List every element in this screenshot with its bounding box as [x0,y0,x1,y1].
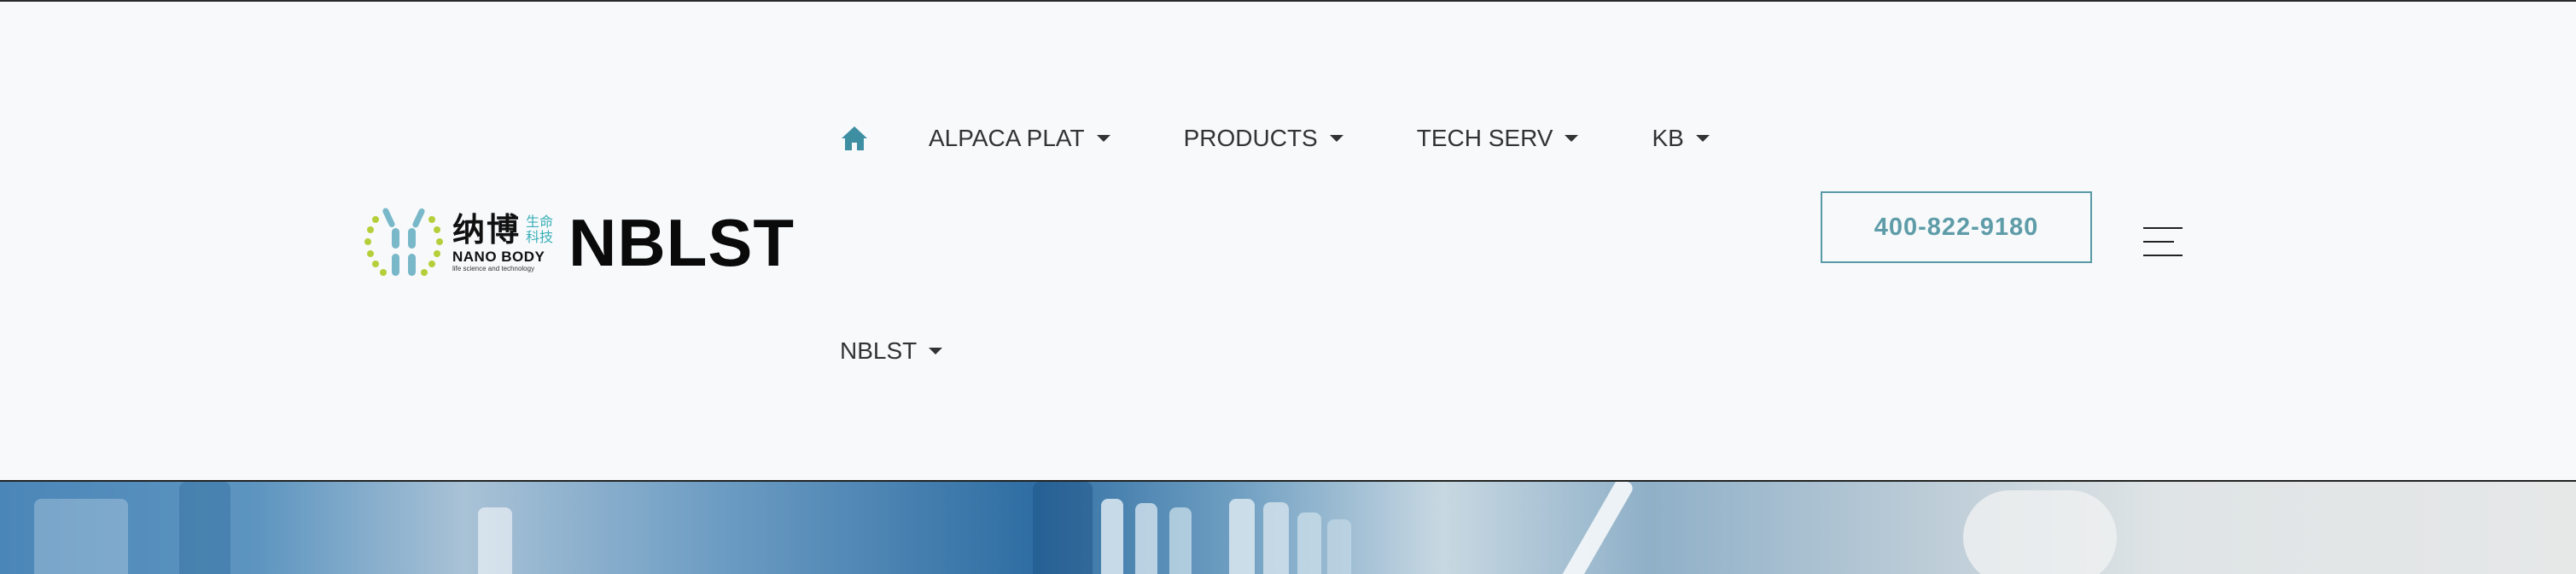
nav-item-label: TECH SERV [1416,125,1553,151]
nav-item-label: KB [1652,125,1684,151]
secondary-nav: NBLST [840,334,1016,368]
caret-down-icon [929,348,943,354]
nav-item-label: ALPACA PLAT [929,125,1085,151]
caret-down-icon [1565,135,1579,142]
nav-item-nblst[interactable]: NBLST [840,337,943,365]
nav-item-label: PRODUCTS [1183,125,1318,151]
caret-down-icon [1695,135,1710,142]
phone-button[interactable]: 400-822-9180 [1821,191,2092,263]
nav-item-label: NBLST [840,337,918,364]
nav-item-tech-serv[interactable]: TECH SERV [1417,125,1579,152]
logo-cn-small-2: 科技 [526,229,554,245]
hero-banner-image [0,480,2576,574]
home-icon [842,126,867,150]
brand-name: NBLST [568,205,796,280]
caret-down-icon [1329,135,1343,142]
site-header: 纳博 生命 科技 NANO BODY life science and tech… [0,2,2576,480]
main-nav: ALPACA PLAT PRODUCTS TECH SERV KB [840,121,1783,155]
nav-item-kb[interactable]: KB [1652,125,1710,152]
site-logo[interactable]: 纳博 生命 科技 NANO BODY life science and tech… [364,200,795,285]
nav-home[interactable] [840,124,869,153]
nav-item-products[interactable]: PRODUCTS [1184,125,1343,152]
hamburger-menu-icon[interactable] [2143,226,2186,260]
logo-text: 纳博 生命 科技 NANO BODY life science and tech… [452,212,553,273]
logo-mark-icon [364,208,443,276]
logo-cn-name: 纳博 [452,211,522,249]
caret-down-icon [1096,135,1110,142]
logo-tagline: life science and technology [452,265,535,272]
logo-cn-small-1: 生命 [526,214,554,230]
logo-en-name: NANO BODY [452,249,545,265]
nav-item-alpaca-plat[interactable]: ALPACA PLAT [929,125,1110,152]
